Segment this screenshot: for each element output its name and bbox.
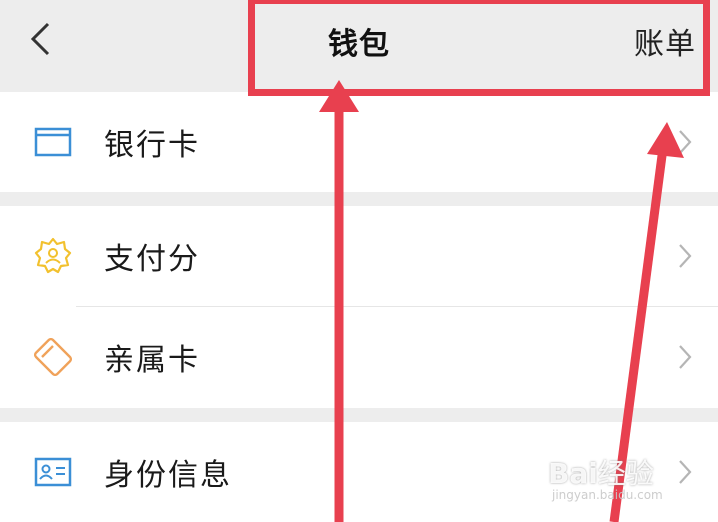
menu-group-services: 支付分 亲属卡 <box>0 206 718 408</box>
menu-item-family-card[interactable]: 亲属卡 <box>0 307 718 407</box>
menu-item-identity-info[interactable]: 身份信息 <box>0 422 718 522</box>
menu-item-label: 银行卡 <box>104 128 200 163</box>
menu-item-label: 身份信息 <box>104 458 232 493</box>
menu-item-label: 亲属卡 <box>104 343 200 378</box>
bill-button[interactable]: 账单 <box>634 19 696 63</box>
back-button[interactable] <box>18 14 62 64</box>
chevron-left-icon <box>30 22 50 56</box>
pay-score-badge-icon <box>34 237 72 275</box>
chevron-right-icon <box>679 345 692 369</box>
menu-item-bank-card[interactable]: 银行卡 <box>0 92 718 192</box>
top-navigation-bar: 钱包 账单 <box>0 0 718 82</box>
menu-item-label: 支付分 <box>104 242 200 277</box>
bank-card-icon <box>34 123 72 161</box>
id-card-icon <box>34 453 72 491</box>
page-title: 钱包 <box>328 27 390 62</box>
chevron-right-icon <box>679 460 692 484</box>
menu-group-bank: 银行卡 <box>0 92 718 192</box>
chevron-right-icon <box>679 130 692 154</box>
menu-group-identity: 身份信息 <box>0 422 718 522</box>
menu-item-pay-score[interactable]: 支付分 <box>0 206 718 306</box>
family-card-icon <box>34 338 72 376</box>
chevron-right-icon <box>679 244 692 268</box>
